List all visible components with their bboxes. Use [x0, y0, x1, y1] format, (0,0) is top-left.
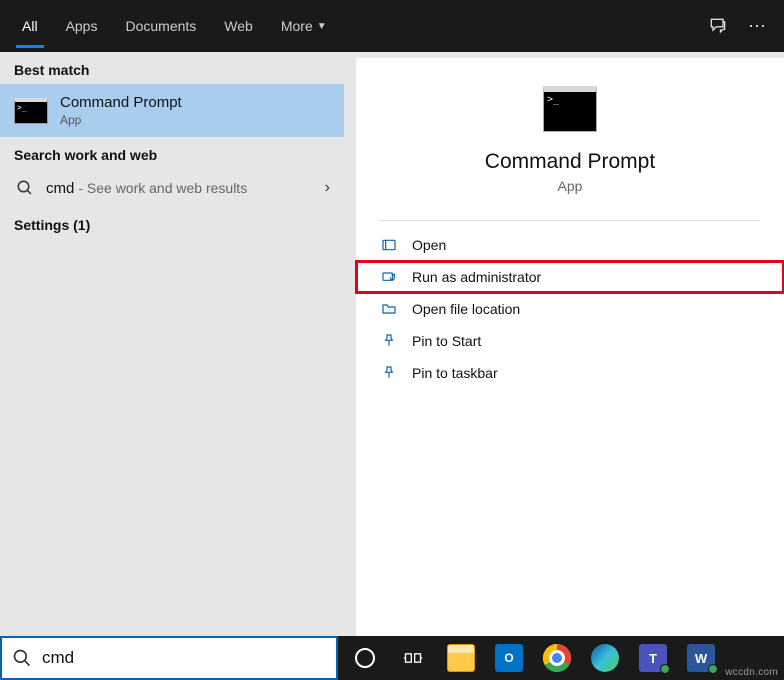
preview-type: App — [356, 178, 784, 212]
search-input[interactable] — [42, 648, 326, 668]
search-box[interactable] — [0, 636, 338, 680]
preview-pane: Command Prompt App Open Run as administr… — [356, 58, 784, 636]
pin-icon — [380, 333, 398, 349]
action-pin-start-label: Pin to Start — [412, 333, 481, 349]
chevron-down-icon: ▼ — [317, 21, 327, 32]
result-command-prompt[interactable]: Command Prompt App — [0, 84, 344, 137]
cortana-button[interactable] — [344, 640, 386, 676]
divider — [380, 220, 760, 221]
folder-icon — [380, 301, 398, 317]
edge-icon — [591, 644, 619, 672]
tab-all[interactable]: All — [8, 4, 52, 48]
chevron-right-icon: › — [325, 179, 330, 197]
tab-more[interactable]: More ▼ — [267, 4, 341, 48]
chrome-icon — [543, 644, 571, 672]
command-prompt-icon — [14, 98, 48, 124]
taskbar-teams[interactable]: T — [632, 640, 674, 676]
preview-title: Command Prompt — [356, 146, 784, 178]
taskbar-edge[interactable] — [584, 640, 626, 676]
task-view-button[interactable] — [392, 640, 434, 676]
taskbar: O T W wccdn.com — [338, 636, 784, 680]
tab-apps[interactable]: Apps — [52, 4, 112, 48]
tab-documents[interactable]: Documents — [111, 4, 210, 48]
file-explorer-icon — [447, 644, 475, 672]
action-open[interactable]: Open — [356, 229, 784, 261]
task-view-icon — [403, 648, 423, 668]
action-pin-taskbar-label: Pin to taskbar — [412, 365, 498, 381]
search-filter-tabs: All Apps Documents Web More ▼ ⋯ — [0, 0, 784, 52]
action-pin-to-taskbar[interactable]: Pin to taskbar — [356, 357, 784, 389]
tab-web[interactable]: Web — [210, 4, 267, 48]
result-title: Command Prompt — [60, 94, 182, 111]
web-search-suggestion[interactable]: cmd - See work and web results › — [0, 169, 344, 207]
taskbar-file-explorer[interactable] — [440, 640, 482, 676]
settings-heading[interactable]: Settings (1) — [0, 207, 344, 239]
search-icon — [14, 179, 36, 197]
more-options-icon[interactable]: ⋯ — [738, 16, 776, 37]
tab-more-label: More — [281, 18, 313, 34]
action-open-file-location[interactable]: Open file location — [356, 293, 784, 325]
result-type: App — [60, 113, 182, 127]
action-open-label: Open — [412, 237, 446, 253]
taskbar-outlook[interactable]: O — [488, 640, 530, 676]
preview-app-icon — [543, 86, 597, 132]
status-badge — [708, 664, 718, 674]
status-badge — [660, 664, 670, 674]
pin-icon — [380, 365, 398, 381]
action-pin-to-start[interactable]: Pin to Start — [356, 325, 784, 357]
action-run-as-administrator[interactable]: Run as administrator — [356, 261, 784, 293]
bottom-bar: O T W wccdn.com — [0, 636, 784, 680]
web-search-term: cmd — [46, 180, 74, 197]
search-web-heading: Search work and web — [0, 137, 344, 169]
feedback-icon[interactable] — [698, 16, 738, 36]
search-icon — [12, 648, 32, 668]
search-results-area: Best match Command Prompt App Search wor… — [0, 52, 784, 636]
admin-shield-icon — [380, 269, 398, 285]
web-search-hint: - See work and web results — [78, 180, 247, 196]
cortana-icon — [355, 648, 375, 668]
watermark-text: wccdn.com — [725, 667, 778, 678]
action-open-location-label: Open file location — [412, 301, 520, 317]
taskbar-word[interactable]: W — [680, 640, 722, 676]
outlook-icon: O — [495, 644, 523, 672]
results-list: Best match Command Prompt App Search wor… — [0, 52, 344, 636]
best-match-heading: Best match — [0, 52, 344, 84]
open-icon — [380, 237, 398, 253]
taskbar-chrome[interactable] — [536, 640, 578, 676]
action-run-admin-label: Run as administrator — [412, 269, 541, 285]
